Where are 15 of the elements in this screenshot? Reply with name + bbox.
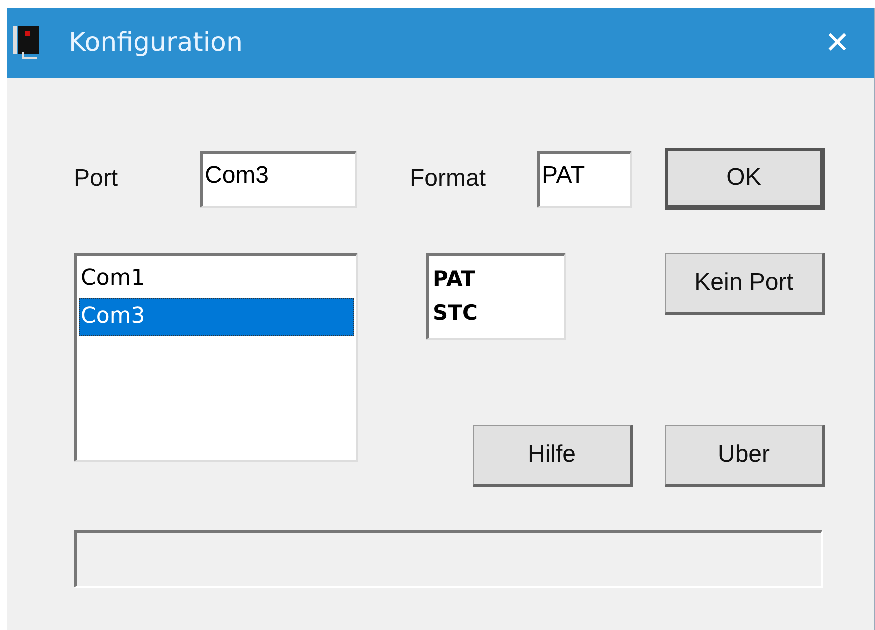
port-label: Port [74, 165, 120, 193]
help-button[interactable]: Hilfe [473, 425, 633, 487]
list-item[interactable]: Com1 [79, 260, 354, 298]
ok-button[interactable]: OK [665, 148, 825, 210]
format-label: Format [410, 165, 488, 193]
format-field[interactable]: PAT [537, 150, 632, 208]
no-port-button[interactable]: Kein Port [665, 253, 825, 315]
app-icon [13, 26, 39, 60]
list-item[interactable]: PAT [431, 262, 562, 296]
about-button[interactable]: Uber [665, 425, 825, 487]
list-item[interactable]: STC [431, 296, 562, 330]
window-title: Konfiguration [69, 28, 244, 58]
port-field[interactable]: Com3 [200, 150, 357, 208]
list-item[interactable]: Com3 [79, 298, 354, 336]
close-button[interactable]: ✕ [825, 25, 850, 61]
